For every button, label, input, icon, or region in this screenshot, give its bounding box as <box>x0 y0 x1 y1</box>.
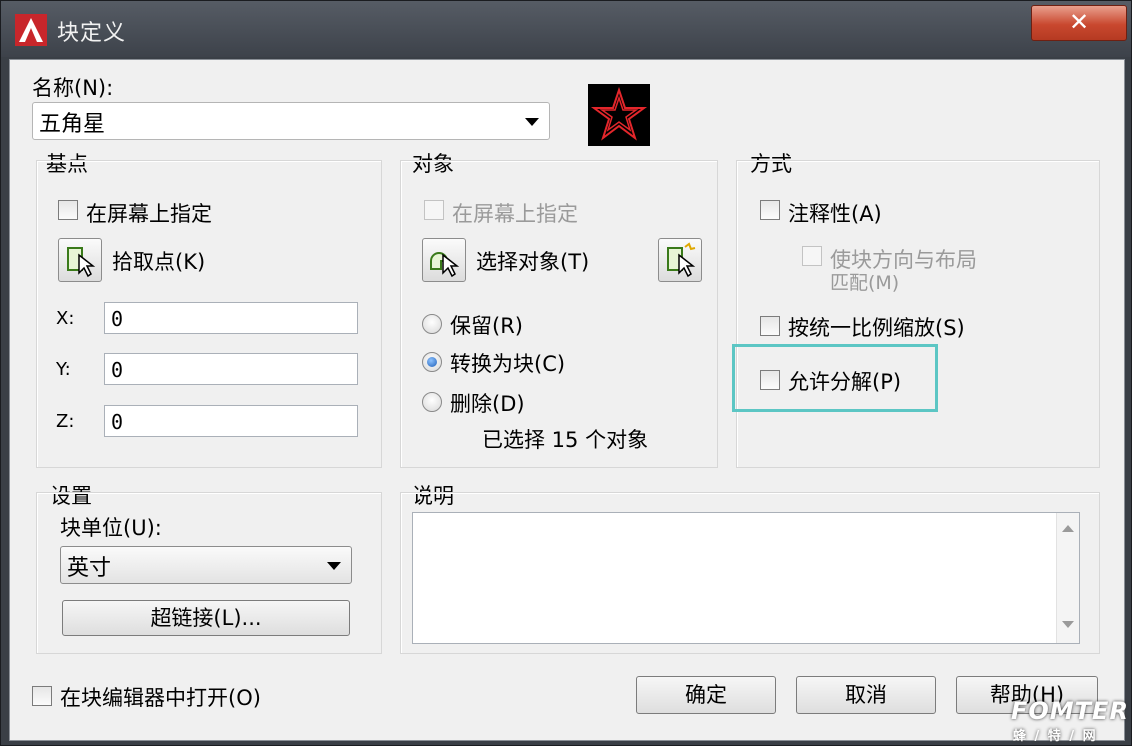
hyperlink-button[interactable]: 超链接(L)... <box>62 600 350 636</box>
delete-label: 删除(D) <box>450 392 525 416</box>
description-textarea[interactable] <box>412 512 1080 644</box>
block-unit-label: 块单位(U): <box>60 516 162 540</box>
close-button[interactable]: ✕ <box>1031 5 1127 41</box>
match-orientation-checkbox[interactable] <box>802 246 822 266</box>
annotative-label: 注释性(A) <box>788 202 882 226</box>
select-objects-button[interactable] <box>422 238 466 282</box>
allow-exploding-checkbox[interactable] <box>760 370 780 390</box>
quick-select-icon <box>667 242 696 278</box>
pick-point-icon <box>67 247 96 278</box>
block-unit-value: 英寸 <box>67 556 112 581</box>
dialog-client-area: 名称(N): 五角星 基点 在屏幕上指定 拾取点(K) X: 0 Y: 0 Z:… <box>9 59 1125 741</box>
delete-radio[interactable] <box>422 392 442 412</box>
name-combobox[interactable]: 五角星 <box>32 102 550 140</box>
block-preview-star-icon <box>588 84 650 146</box>
select-objects-icon <box>430 252 460 278</box>
chevron-down-icon[interactable] <box>525 118 539 126</box>
block-unit-combobox[interactable]: 英寸 <box>60 546 352 584</box>
z-label: Z: <box>56 411 75 432</box>
ok-button[interactable]: 确定 <box>636 676 776 714</box>
quick-select-button[interactable] <box>658 238 702 282</box>
y-input[interactable]: 0 <box>104 353 358 385</box>
scale-uniformly-label: 按统一比例缩放(S) <box>788 316 965 340</box>
allow-exploding-label: 允许分解(P) <box>788 370 902 394</box>
match-orientation-label-2: 匹配(M) <box>830 272 900 294</box>
convert-to-block-radio[interactable] <box>422 352 442 372</box>
chevron-down-icon[interactable] <box>327 562 341 570</box>
selected-count-text: 已选择 15 个对象 <box>482 428 649 452</box>
block-definition-dialog: 块定义 ✕ 名称(N): 五角星 基点 在屏幕上指定 拾取点(K) X: 0 Y… <box>0 0 1132 746</box>
pick-point-button[interactable] <box>58 238 102 282</box>
open-in-editor-checkbox[interactable] <box>32 686 52 706</box>
x-label: X: <box>56 308 75 329</box>
retain-label: 保留(R) <box>450 314 523 338</box>
objects-specify-label: 在屏幕上指定 <box>452 202 578 226</box>
annotative-checkbox[interactable] <box>760 200 780 220</box>
base-specify-label: 在屏幕上指定 <box>86 202 212 226</box>
base-specify-checkbox[interactable] <box>58 200 78 220</box>
scroll-down-icon[interactable] <box>1062 621 1074 628</box>
convert-to-block-label: 转换为块(C) <box>450 352 566 376</box>
autocad-logo-icon <box>15 14 47 46</box>
scroll-up-icon[interactable] <box>1062 525 1074 532</box>
scale-uniformly-checkbox[interactable] <box>760 316 780 336</box>
pick-point-label: 拾取点(K) <box>112 250 206 274</box>
title-bar[interactable]: 块定义 ✕ <box>1 1 1131 57</box>
y-label: Y: <box>56 359 71 380</box>
window-title: 块定义 <box>57 21 127 46</box>
name-label: 名称(N): <box>32 76 114 100</box>
watermark-sub: 蜂 / 特 / 网 <box>1013 729 1098 744</box>
cancel-button[interactable]: 取消 <box>796 676 936 714</box>
select-objects-label: 选择对象(T) <box>476 250 590 274</box>
x-input[interactable]: 0 <box>104 302 358 334</box>
name-value: 五角星 <box>39 112 106 137</box>
objects-specify-checkbox[interactable] <box>424 200 444 220</box>
description-scrollbar[interactable] <box>1056 513 1079 643</box>
watermark-brand: FOMTER <box>1011 697 1129 725</box>
retain-radio[interactable] <box>422 314 442 334</box>
open-in-editor-label: 在块编辑器中打开(O) <box>60 686 261 710</box>
z-input[interactable]: 0 <box>104 405 358 437</box>
